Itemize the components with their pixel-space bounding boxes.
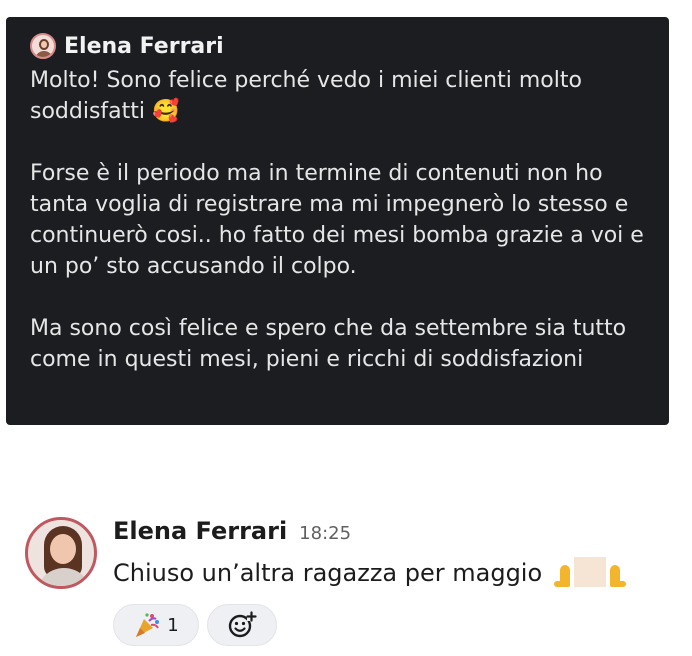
message-author[interactable]: Elena Ferrari [113, 517, 287, 545]
quoted-paragraph: Ma sono così felice e spero che da sette… [30, 316, 627, 372]
reaction-count: 1 [167, 614, 179, 636]
tada-icon [133, 611, 161, 639]
quoted-author-name[interactable]: Elena Ferrari [64, 34, 224, 59]
quoted-paragraph: Molto! Sono felice perché vedo i miei cl… [30, 68, 582, 124]
message-timestamp[interactable]: 18:25 [299, 523, 351, 544]
message-header: Elena Ferrari 18:25 [113, 517, 351, 549]
chat-message: Elena Ferrari 18:25 Chiuso un’altra raga… [25, 517, 675, 652]
message-text: Chiuso un’altra ragazza per maggio [113, 559, 543, 587]
praise-hands-icon [554, 557, 627, 587]
add-reaction-button[interactable] [207, 604, 277, 646]
reaction-tada-button[interactable]: 1 [113, 604, 199, 646]
quoted-author-avatar [30, 33, 56, 59]
quoted-message-card[interactable]: Elena Ferrari Molto! Sono felice perché … [6, 17, 669, 425]
avatar[interactable] [25, 517, 97, 589]
quoted-message-body: Molto! Sono felice perché vedo i miei cl… [30, 65, 649, 375]
message-text-row: Chiuso un’altra ragazza per maggio [113, 557, 627, 587]
quoted-message-header: Elena Ferrari [30, 31, 649, 61]
reactions-bar: 1 [113, 604, 277, 646]
quoted-paragraph: Forse è il periodo ma in termine di cont… [30, 161, 644, 279]
add-reaction-icon [227, 610, 257, 640]
